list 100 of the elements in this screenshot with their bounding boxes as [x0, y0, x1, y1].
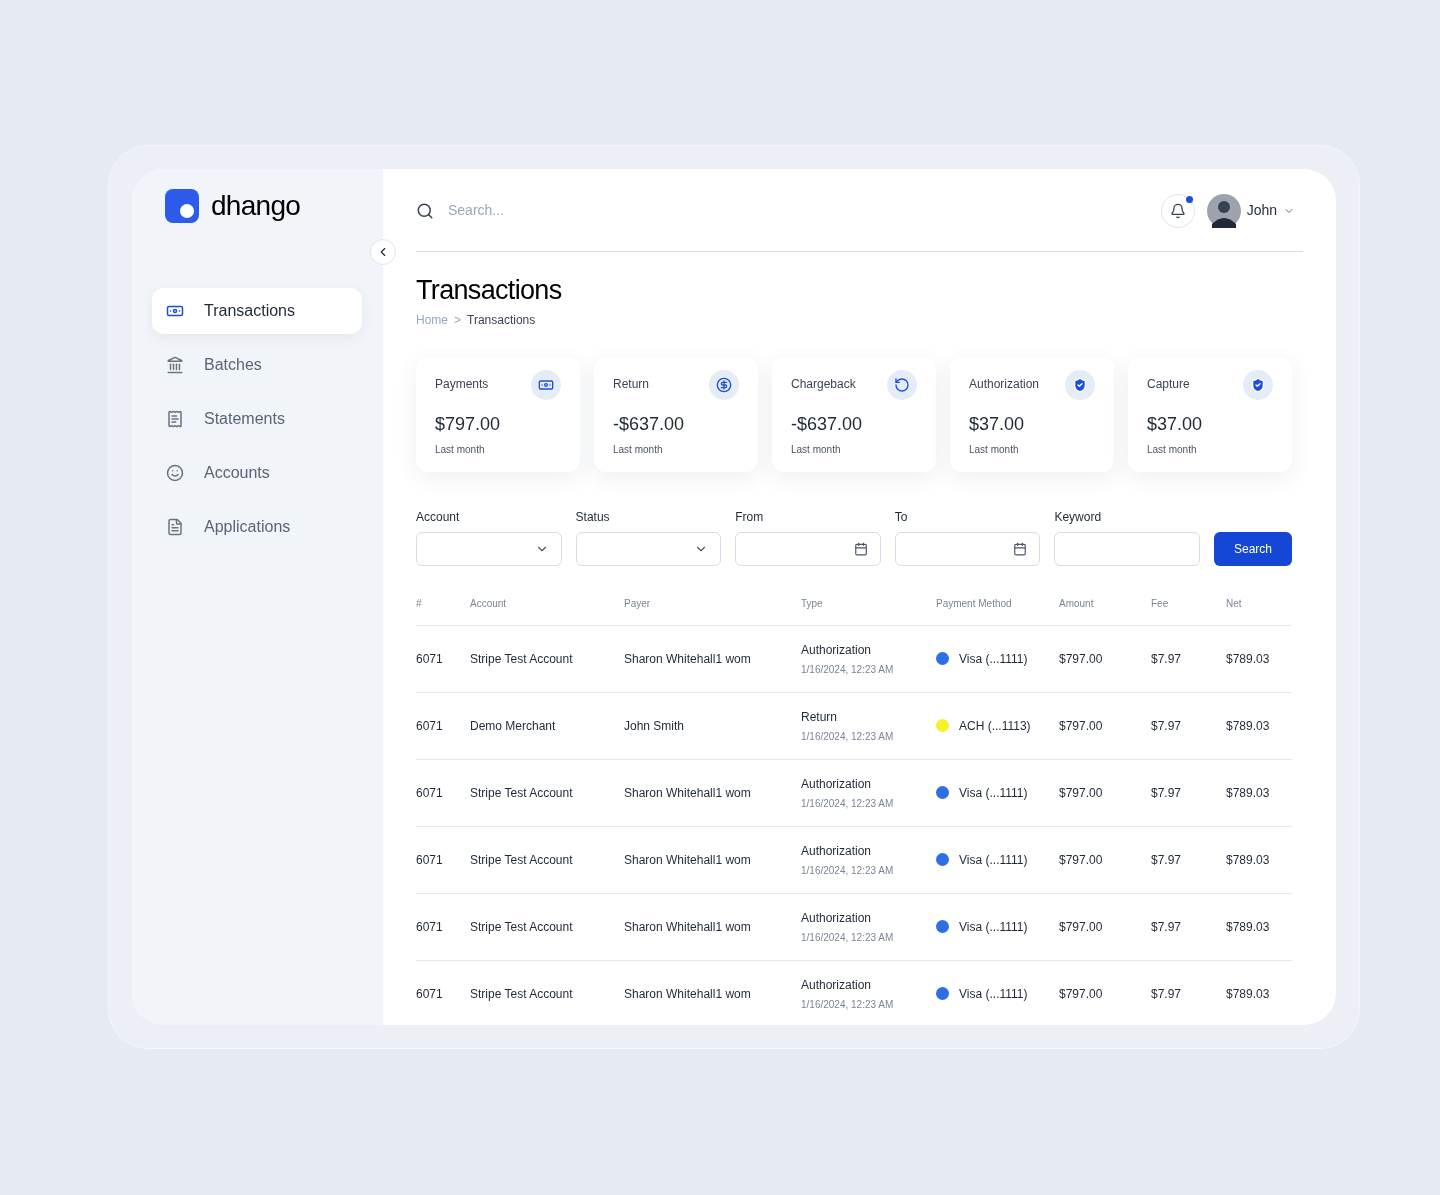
table-cell-text: $7.97: [1151, 985, 1183, 1003]
transaction-date: 1/16/2024, 12:23 AM: [801, 796, 895, 811]
card-value: -$637.00: [613, 412, 686, 436]
card-caption: Last month: [613, 442, 664, 457]
table-cell-text: $789.03: [1226, 985, 1271, 1003]
card-title: Return: [613, 375, 650, 393]
table-cell-text: Sharon Whitehall1 wom: [624, 918, 752, 936]
column-header: Amount: [1059, 596, 1095, 611]
table-cell-text: Sharon Whitehall1 wom: [624, 985, 752, 1003]
table-cell-text: Demo Merchant: [470, 717, 557, 735]
table-cell-text: 6071: [416, 918, 444, 936]
table-cell-text: $7.97: [1151, 784, 1183, 802]
table-cell-text: $789.03: [1226, 717, 1271, 735]
transaction-date: 1/16/2024, 12:23 AM: [801, 997, 895, 1012]
document-icon: [166, 518, 184, 536]
table-cell-text: Visa (...1111): [959, 851, 1028, 869]
table-cell-text: Visa (...1111): [959, 650, 1028, 668]
user-menu[interactable]: John: [1206, 193, 1295, 228]
sidebar-item[interactable]: Accounts: [152, 450, 362, 496]
table-cell-text: 6071: [416, 851, 444, 869]
table-cell-text: Stripe Test Account: [470, 650, 574, 668]
table-cell-text: $789.03: [1226, 650, 1271, 668]
bank-icon: [166, 356, 184, 374]
table-cell-text: 6071: [416, 717, 444, 735]
table-cell-text: $789.03: [1226, 918, 1271, 936]
table-cell-text: $797.00: [1059, 650, 1104, 668]
table-cell-text: $789.03: [1226, 784, 1271, 802]
transaction-date: 1/16/2024, 12:23 AM: [801, 729, 895, 744]
filter-label: To: [894, 508, 909, 526]
table-cell-text: 6071: [416, 784, 444, 802]
card-caption: Last month: [969, 442, 1020, 457]
card-title: Chargeback: [791, 375, 856, 393]
table-cell-text: $789.03: [1226, 851, 1271, 869]
breadcrumb-item[interactable]: Transactions: [467, 310, 536, 329]
table-cell-text: $7.97: [1151, 717, 1183, 735]
table-cell-text: $797.00: [1059, 985, 1104, 1003]
transaction-date: 1/16/2024, 12:23 AM: [801, 930, 895, 945]
table-cell-text: Stripe Test Account: [470, 851, 574, 869]
table-cell-text: Return: [801, 708, 839, 726]
table-cell-text: Authorization: [801, 909, 873, 927]
table-cell-text: $7.97: [1151, 851, 1183, 869]
card-caption: Last month: [1147, 442, 1198, 457]
search-field[interactable]: Search...: [448, 200, 1161, 221]
sidebar-item[interactable]: Applications: [152, 504, 362, 550]
table-cell-text: 6071: [416, 985, 444, 1003]
card-value: $37.00: [969, 412, 1026, 436]
table-cell-text: Authorization: [801, 641, 873, 659]
select-field[interactable]: [575, 531, 722, 566]
card-value: $37.00: [1147, 412, 1204, 436]
transaction-date: 1/16/2024, 12:23 AM: [801, 662, 895, 677]
logo-icon: [165, 189, 199, 223]
table-cell-text: ACH (...1113): [959, 717, 1031, 735]
breadcrumb-separator: >: [454, 311, 462, 329]
transaction-date: 1/16/2024, 12:23 AM: [801, 863, 895, 878]
shield-check-icon: [1250, 376, 1266, 393]
table-cell-text: Stripe Test Account: [470, 918, 574, 936]
column-header: Net: [1226, 596, 1243, 611]
table-cell-text: Visa (...1111): [959, 918, 1028, 936]
filter-label: From: [735, 508, 765, 526]
filter-label: Keyword: [1054, 508, 1103, 526]
date-field[interactable]: [735, 531, 881, 566]
table-cell-text: Sharon Whitehall1 wom: [624, 784, 752, 802]
table-cell-text: $797.00: [1059, 851, 1104, 869]
table-cell-text: Authorization: [801, 775, 873, 793]
select-field[interactable]: [416, 531, 562, 566]
table-cell-text: Authorization: [801, 976, 873, 994]
keyword-field[interactable]: [1054, 531, 1200, 566]
column-header: Fee: [1151, 596, 1170, 611]
sidebar-item[interactable]: Transactions: [152, 288, 362, 334]
table-cell-text: Stripe Test Account: [470, 985, 574, 1003]
date-field[interactable]: [894, 531, 1041, 566]
avatar-icon: [1206, 193, 1241, 228]
table-cell-text: $7.97: [1151, 918, 1183, 936]
sidebar-item[interactable]: Statements: [152, 396, 362, 442]
table-cell-text: $797.00: [1059, 717, 1104, 735]
shield-check-icon: [1072, 376, 1088, 393]
column-header: Type: [801, 596, 824, 611]
table-cell-text: $797.00: [1059, 918, 1104, 936]
column-header: Account: [470, 596, 508, 611]
filter-label: Status: [575, 508, 611, 526]
card-title: Capture: [1147, 375, 1190, 393]
page-title: Transactions: [416, 274, 563, 307]
card-value: -$637.00: [791, 412, 864, 436]
bell-icon: [1169, 202, 1186, 219]
table-cell-text: $797.00: [1059, 784, 1104, 802]
table-cell-text: Authorization: [801, 842, 873, 860]
search-button[interactable]: Search: [1213, 531, 1292, 566]
brand-name: dhango: [211, 189, 301, 223]
column-header: Payment Method: [936, 596, 1013, 611]
column-header: Payer: [624, 596, 652, 611]
table-cell-text: Sharon Whitehall1 wom: [624, 650, 752, 668]
card-title: Authorization: [969, 375, 1040, 393]
card-caption: Last month: [791, 442, 842, 457]
sidebar-item[interactable]: Batches: [152, 342, 362, 388]
table-cell-text: $7.97: [1151, 650, 1183, 668]
table-cell-text: Stripe Test Account: [470, 784, 574, 802]
receipt-icon: [166, 410, 184, 428]
table-cell-text: Visa (...1111): [959, 985, 1028, 1003]
calendar-icon: [1013, 541, 1028, 556]
filter-label: Account: [416, 508, 461, 526]
